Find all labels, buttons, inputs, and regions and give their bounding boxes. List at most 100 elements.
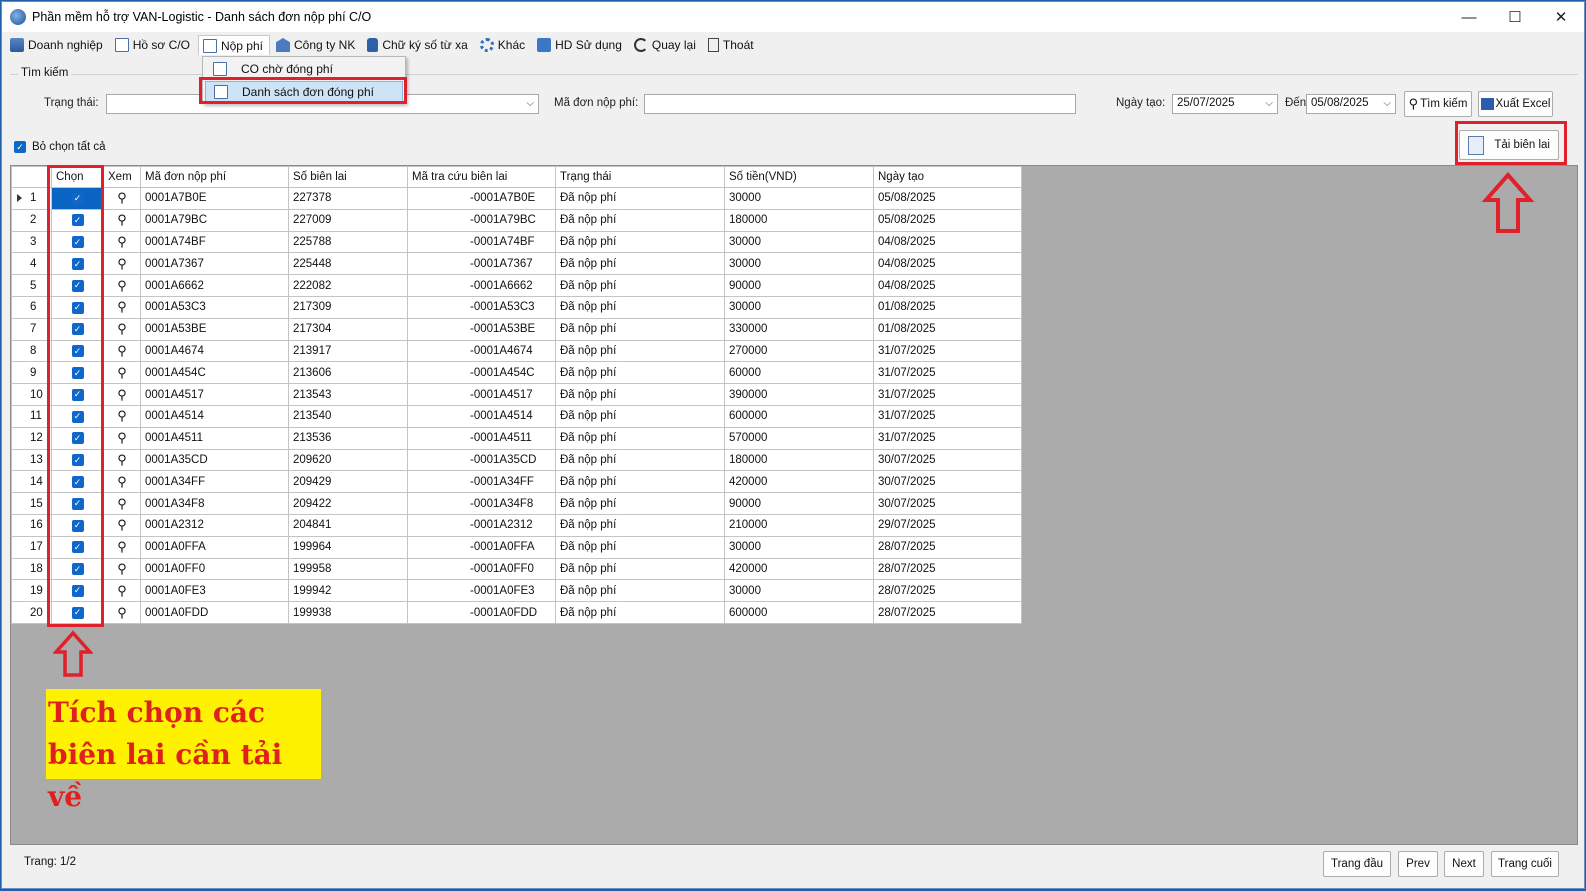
row-select-cell[interactable]: ✓ — [51, 187, 104, 210]
zoom-in-icon[interactable]: ⚲ — [117, 234, 127, 249]
table-row[interactable]: 13 ✓ ⚲ 0001A35CD 209620 -0001A35CD Đã nộp phí 1… — [11, 448, 1022, 472]
menu-cong-ty-nk[interactable]: Công ty NK — [272, 35, 361, 55]
row-select-cell[interactable]: ✓ — [51, 295, 104, 319]
row-header[interactable]: 14 — [11, 470, 52, 494]
table-row[interactable]: 20 ✓ ⚲ 0001A0FDD 199938 -0001A0FDD Đã nộp phí 6… — [11, 601, 1022, 624]
table-row[interactable]: 10 ✓ ⚲ 0001A4517 213543 -0001A4517 Đã nộp phí 3… — [11, 383, 1022, 406]
row-header[interactable]: 4 — [11, 252, 52, 276]
view-cell[interactable]: ⚲ — [103, 404, 141, 428]
checkbox-checked-icon[interactable]: ✓ — [71, 432, 84, 445]
row-select-cell[interactable]: ✓ — [51, 535, 104, 559]
next-page-button[interactable]: Next — [1444, 851, 1484, 877]
row-header[interactable]: 19 — [11, 579, 52, 603]
row-header[interactable]: 6 — [11, 295, 52, 319]
row-select-cell[interactable]: ✓ — [51, 492, 104, 515]
zoom-in-icon[interactable]: ⚲ — [117, 539, 127, 554]
view-cell[interactable]: ⚲ — [103, 361, 141, 385]
view-cell[interactable]: ⚲ — [103, 230, 141, 254]
row-select-cell[interactable]: ✓ — [51, 601, 104, 624]
dropdown-item-co-cho-dong-phi[interactable]: CO chờ đóng phí — [205, 58, 403, 80]
row-select-cell[interactable]: ✓ — [51, 579, 104, 603]
view-cell[interactable]: ⚲ — [103, 557, 141, 581]
zoom-in-icon[interactable]: ⚲ — [117, 408, 127, 423]
last-page-button[interactable]: Trang cuối — [1491, 851, 1559, 877]
checkbox-checked-icon[interactable]: ✓ — [71, 584, 84, 597]
column-header-so-tien[interactable]: Số tiền(VND) — [724, 166, 874, 188]
row-header[interactable]: 10 — [11, 383, 52, 406]
view-cell[interactable]: ⚲ — [103, 535, 141, 559]
column-header-ma-don[interactable]: Mã đơn nộp phí — [140, 166, 289, 188]
zoom-in-icon[interactable]: ⚲ — [117, 299, 127, 314]
table-row[interactable]: 2 ✓ ⚲ 0001A79BC 227009 -0001A79BC Đã nộp phí 18… — [11, 208, 1022, 232]
row-header[interactable]: 18 — [11, 557, 52, 581]
zoom-in-icon[interactable]: ⚲ — [117, 496, 127, 511]
table-row[interactable]: 3 ✓ ⚲ 0001A74BF 225788 -0001A74BF Đã nộp phí 30… — [11, 230, 1022, 254]
date-from-picker[interactable]: 25/07/2025 ⌵ — [1172, 94, 1278, 114]
table-row[interactable]: 19 ✓ ⚲ 0001A0FE3 199942 -0001A0FE3 Đã nộp phí 3… — [11, 579, 1022, 603]
zoom-in-icon[interactable]: ⚲ — [117, 605, 127, 620]
download-receipts-button[interactable]: Tải biên lai — [1459, 130, 1559, 160]
view-cell[interactable]: ⚲ — [103, 448, 141, 472]
view-cell[interactable]: ⚲ — [103, 208, 141, 232]
checkbox-checked-icon[interactable]: ✓ — [71, 454, 84, 467]
table-row[interactable]: 17 ✓ ⚲ 0001A0FFA 199964 -0001A0FFA Đã nộp phí 3… — [11, 535, 1022, 559]
view-cell[interactable]: ⚲ — [103, 295, 141, 319]
zoom-in-icon[interactable]: ⚲ — [117, 343, 127, 358]
table-row[interactable]: 11 ✓ ⚲ 0001A4514 213540 -0001A4514 Đã nộp phí 6… — [11, 404, 1022, 428]
row-select-cell[interactable]: ✓ — [51, 208, 104, 232]
maximize-button[interactable]: ☐ — [1492, 2, 1538, 32]
row-header[interactable]: 1 — [11, 187, 52, 210]
select-all-checkbox[interactable]: ✓ Bỏ chọn tất cả — [14, 141, 106, 153]
zoom-in-icon[interactable]: ⚲ — [117, 561, 127, 576]
row-header[interactable]: 7 — [11, 317, 52, 341]
menu-khac[interactable]: Khác — [476, 35, 531, 55]
row-select-cell[interactable]: ✓ — [51, 426, 104, 450]
row-select-cell[interactable]: ✓ — [51, 274, 104, 297]
row-header[interactable]: 8 — [11, 339, 52, 363]
checkbox-checked-icon[interactable]: ✓ — [71, 192, 84, 205]
table-row[interactable]: 6 ✓ ⚲ 0001A53C3 217309 -0001A53C3 Đã nộp phí 30… — [11, 295, 1022, 319]
table-row[interactable]: 1 ✓ ⚲ 0001A7B0E 227378 -0001A7B0E Đã nộp phí 30… — [11, 187, 1022, 210]
view-cell[interactable]: ⚲ — [103, 317, 141, 341]
first-page-button[interactable]: Trang đầu — [1323, 851, 1391, 877]
column-header-so-bien-lai[interactable]: Số biên lai — [288, 166, 408, 188]
checkbox-checked-icon[interactable]: ✓ — [71, 410, 84, 423]
row-header[interactable]: 20 — [11, 601, 52, 624]
table-row[interactable]: 5 ✓ ⚲ 0001A6662 222082 -0001A6662 Đã nộp phí 90… — [11, 274, 1022, 297]
table-row[interactable]: 14 ✓ ⚲ 0001A34FF 209429 -0001A34FF Đã nộp phí 4… — [11, 470, 1022, 494]
row-select-cell[interactable]: ✓ — [51, 230, 104, 254]
column-header-trang-thai[interactable]: Trạng thái — [555, 166, 725, 188]
menu-doanh-nghiep[interactable]: Doanh nghiệp — [6, 35, 109, 55]
view-cell[interactable]: ⚲ — [103, 492, 141, 515]
table-row[interactable]: 7 ✓ ⚲ 0001A53BE 217304 -0001A53BE Đã nộp phí 33… — [11, 317, 1022, 341]
checkbox-checked-icon[interactable]: ✓ — [71, 497, 84, 510]
zoom-in-icon[interactable]: ⚲ — [117, 212, 127, 227]
checkbox-checked-icon[interactable]: ✓ — [71, 214, 84, 227]
row-header[interactable]: 12 — [11, 426, 52, 450]
row-header[interactable]: 11 — [11, 404, 52, 428]
menu-hd-su-dung[interactable]: HD Sử dụng — [533, 35, 628, 55]
dropdown-item-danh-sach-don[interactable]: Danh sách đơn đóng phí — [205, 81, 403, 103]
checkbox-checked-icon[interactable]: ✓ — [71, 388, 84, 401]
checkbox-checked-icon[interactable]: ✓ — [71, 541, 84, 554]
view-cell[interactable]: ⚲ — [103, 601, 141, 624]
row-select-cell[interactable]: ✓ — [51, 252, 104, 276]
checkbox-checked-icon[interactable]: ✓ — [71, 519, 84, 532]
zoom-in-icon[interactable]: ⚲ — [117, 517, 127, 532]
view-cell[interactable]: ⚲ — [103, 513, 141, 537]
row-select-cell[interactable]: ✓ — [51, 317, 104, 341]
view-cell[interactable]: ⚲ — [103, 339, 141, 363]
zoom-in-icon[interactable]: ⚲ — [117, 365, 127, 380]
row-select-cell[interactable]: ✓ — [51, 361, 104, 385]
menu-nop-phi[interactable]: Nộp phí — [197, 35, 270, 55]
checkbox-checked-icon[interactable]: ✓ — [71, 345, 84, 358]
row-header[interactable]: 16 — [11, 513, 52, 537]
table-row[interactable]: 4 ✓ ⚲ 0001A7367 225448 -0001A7367 Đã nộp phí 30… — [11, 252, 1022, 276]
fee-code-input[interactable] — [644, 94, 1076, 114]
checkbox-checked-icon[interactable]: ✓ — [71, 236, 84, 249]
view-cell[interactable]: ⚲ — [103, 274, 141, 297]
menu-thoat[interactable]: Thoát — [704, 35, 760, 55]
prev-page-button[interactable]: Prev — [1398, 851, 1438, 877]
checkbox-checked-icon[interactable]: ✓ — [71, 367, 84, 380]
view-cell[interactable]: ⚲ — [103, 187, 141, 210]
